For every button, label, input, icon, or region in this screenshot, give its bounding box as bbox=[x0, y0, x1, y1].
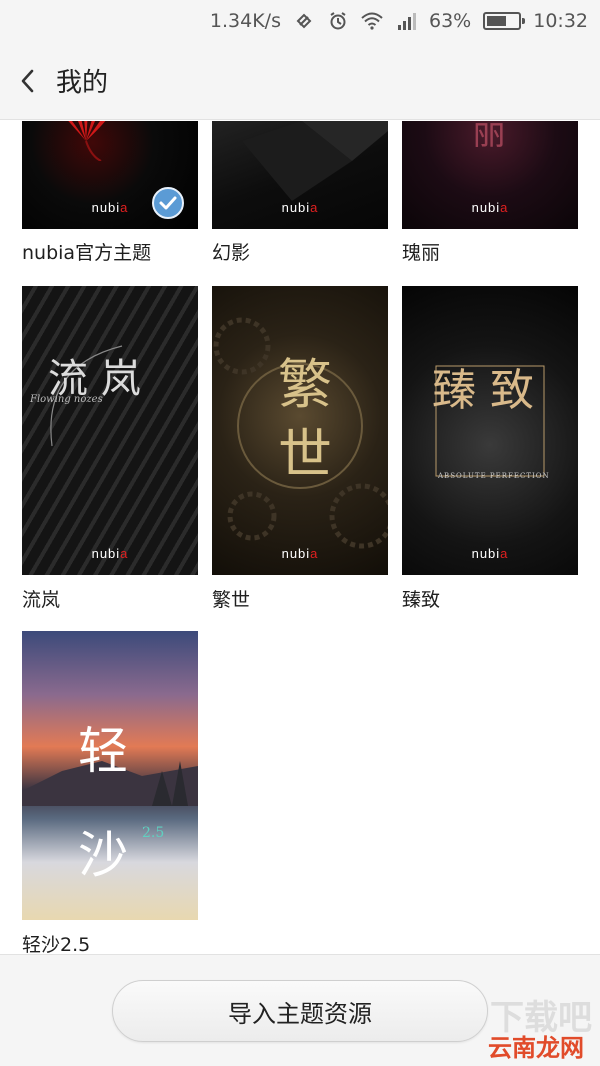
nfc-icon bbox=[293, 10, 315, 32]
theme-thumbnail: 丽 nubia bbox=[402, 121, 578, 229]
theme-name: 瑰丽 bbox=[402, 242, 441, 264]
theme-art-subtext: 2.5 bbox=[142, 825, 165, 841]
signal-icon bbox=[395, 10, 417, 32]
watermark-small: 云南龙网 bbox=[488, 1034, 584, 1062]
back-button[interactable] bbox=[0, 42, 56, 120]
import-theme-button[interactable]: 导入主题资源 bbox=[112, 980, 488, 1042]
theme-name: nubia官方主题 bbox=[22, 242, 152, 264]
theme-name: 流岚 bbox=[22, 589, 61, 611]
battery-icon bbox=[483, 12, 526, 30]
theme-name: 轻沙2.5 bbox=[22, 934, 91, 954]
theme-art-subtext: ABSOLUTE PERFECTION bbox=[438, 472, 550, 480]
theme-art-text: 轻 沙 bbox=[78, 722, 128, 884]
clock: 10:32 bbox=[533, 10, 588, 32]
network-speed: 1.34K/s bbox=[209, 10, 281, 32]
watermark: 下载吧 云南龙网 bbox=[480, 990, 592, 1062]
theme-card-nubia[interactable]: nubia nubia官方主题 bbox=[22, 121, 198, 271]
battery-percent: 63% bbox=[429, 10, 472, 32]
theme-name: 臻致 bbox=[402, 589, 441, 611]
theme-thumbnail: nubia bbox=[22, 121, 198, 229]
nubia-logo: nubia bbox=[471, 200, 509, 215]
theme-art-text: 丽 bbox=[472, 121, 506, 153]
theme-card-huanying[interactable]: nubia 幻影 bbox=[212, 121, 388, 271]
theme-card-zhenzhi[interactable]: 臻 致 ABSOLUTE PERFECTION nubia 臻致 bbox=[402, 286, 578, 616]
status-bar: 1.34K/s 63% 10:32 bbox=[0, 0, 600, 42]
alarm-icon bbox=[327, 10, 349, 32]
theme-thumbnail: 臻 致 ABSOLUTE PERFECTION nubia bbox=[402, 286, 578, 575]
theme-art-subtext: Flowing nozes bbox=[30, 394, 103, 405]
theme-thumbnail: 流 岚 Flowing nozes nubia bbox=[22, 286, 198, 575]
theme-thumbnail: 轻 沙 2.5 bbox=[22, 631, 198, 920]
theme-card-liulan[interactable]: 流 岚 Flowing nozes nubia 流岚 bbox=[22, 286, 198, 616]
theme-art-text: 繁 世 bbox=[278, 353, 332, 486]
page-title: 我的 bbox=[56, 68, 109, 98]
nubia-logo: nubia bbox=[91, 546, 129, 561]
theme-card-fanshi[interactable]: 繁 世 nubia 繁世 bbox=[212, 286, 388, 616]
wifi-icon bbox=[361, 10, 383, 32]
frame-art bbox=[435, 365, 545, 477]
theme-thumbnail: 繁 世 nubia bbox=[212, 286, 388, 575]
theme-grid: nubia nubia官方主题 nubia 幻影 丽 nubia 瑰丽 流 岚 bbox=[0, 121, 600, 954]
nubia-logo: nubia bbox=[281, 546, 319, 561]
arc-art bbox=[50, 345, 123, 447]
theme-card-guili[interactable]: 丽 nubia 瑰丽 bbox=[402, 121, 578, 271]
nubia-logo: nubia bbox=[471, 546, 509, 561]
selected-check-icon bbox=[152, 187, 184, 219]
chevron-left-icon bbox=[21, 69, 34, 92]
theme-thumbnail: nubia bbox=[212, 121, 388, 229]
theme-name: 幻影 bbox=[212, 242, 251, 264]
header: 我的 bbox=[0, 42, 600, 120]
flower-art bbox=[68, 121, 106, 161]
theme-art-text: 臻 致 bbox=[432, 365, 534, 416]
nubia-logo: nubia bbox=[281, 200, 319, 215]
theme-card-qingsha[interactable]: 轻 沙 2.5 轻沙2.5 bbox=[22, 631, 198, 954]
theme-name: 繁世 bbox=[212, 589, 251, 611]
